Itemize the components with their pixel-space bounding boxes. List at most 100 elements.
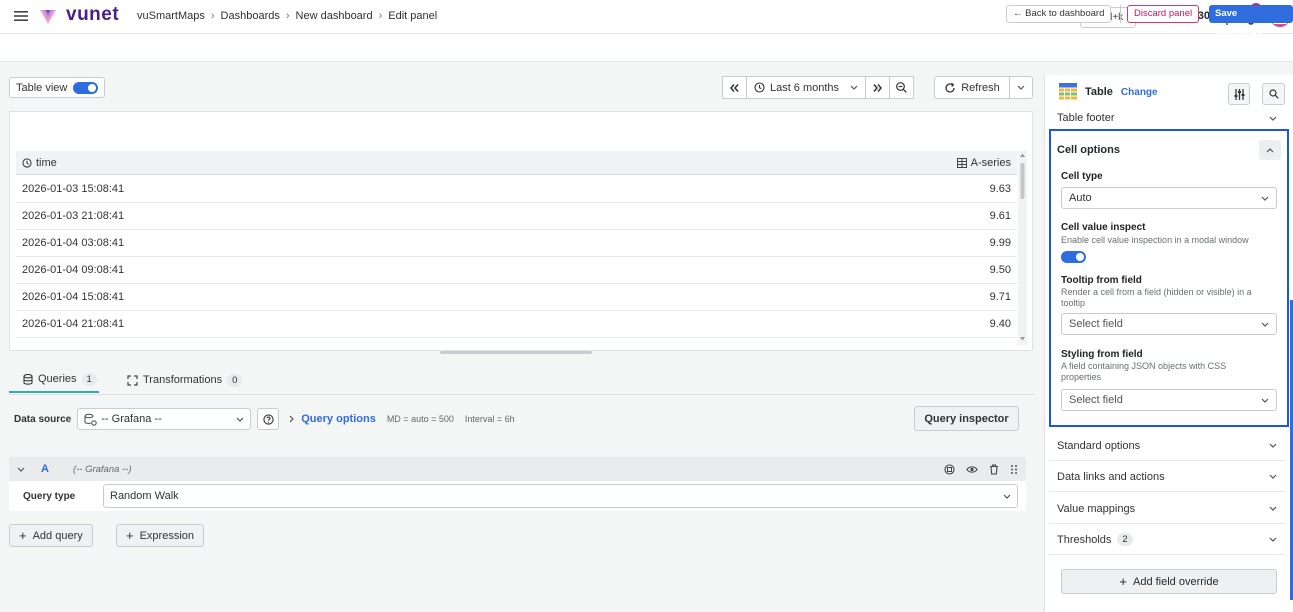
chevron-down-icon — [1269, 116, 1277, 121]
chevron-down-icon — [17, 467, 25, 472]
time-range-picker[interactable]: Last 6 months — [746, 76, 866, 99]
refresh-icon — [945, 82, 955, 93]
options-search-button[interactable] — [1262, 83, 1285, 105]
eye-icon[interactable] — [966, 465, 978, 474]
column-header-time[interactable]: time — [22, 157, 57, 169]
query-type-row: Query type Random Walk — [9, 481, 1026, 511]
plus-icon: + — [126, 528, 134, 543]
data-source-picker[interactable]: -- Grafana -- — [77, 408, 252, 430]
help-icon — [263, 413, 274, 425]
cell-type-label: Cell type — [1061, 171, 1103, 182]
query-type-label: Query type — [23, 491, 76, 502]
cell-value-inspect-toggle[interactable] — [1061, 251, 1086, 263]
table-row: 2026-01-04 15:08:41 9.71 — [16, 284, 1017, 311]
table-row: 2026-01-03 21:08:41 9.61 — [16, 203, 1017, 230]
chevron-down-icon — [1261, 196, 1269, 201]
table-column-icon — [956, 157, 967, 168]
data-source-help-button[interactable] — [257, 408, 280, 430]
database-icon — [23, 373, 33, 385]
section-value-mappings[interactable]: Value mappings — [1049, 494, 1285, 524]
chevron-down-icon — [850, 85, 858, 90]
column-header-a-series[interactable]: A-series — [956, 157, 1011, 169]
chevron-down-icon — [236, 417, 244, 422]
chevron-down-icon — [1017, 85, 1025, 90]
toggle-switch[interactable] — [73, 81, 99, 94]
data-source-row: Data source -- Grafana -- Query options … — [9, 403, 1035, 435]
cell-value-inspect-label: Cell value inspect — [1061, 222, 1146, 233]
count-badge: 0 — [227, 373, 243, 387]
table-header: time A-series — [16, 151, 1017, 175]
zoom-out-icon — [896, 82, 907, 93]
cell-options-header[interactable]: Cell options — [1057, 140, 1281, 160]
query-type-select[interactable]: Random Walk — [103, 484, 1018, 508]
query-options-toggle[interactable]: Query options MD = auto = 500 Interval =… — [289, 413, 515, 425]
breadcrumb: vuSmartMaps › Dashboards › New dashboard › … — [137, 10, 438, 22]
horizontal-scrollbar[interactable] — [440, 351, 592, 354]
options-filter-button[interactable] — [1228, 83, 1250, 105]
cell-options-section: Cell options Cell type Auto Cell value i… — [1049, 129, 1289, 427]
table-view-toggle[interactable]: Table view — [9, 77, 106, 98]
back-to-dashboard-button[interactable]: ← Back to dashboard — [1006, 5, 1112, 23]
cell-type-select[interactable]: Auto — [1061, 187, 1277, 209]
time-shift-forward-button[interactable] — [865, 76, 890, 99]
duplicate-icon[interactable] — [944, 463, 955, 475]
divider — [1120, 5, 1121, 23]
table-row: 2026-01-04 03:08:41 9.99 — [16, 230, 1017, 257]
styling-from-field-description: A field containing JSON objects with CSS… — [1061, 361, 1227, 382]
drag-handle-icon[interactable] — [1010, 464, 1018, 475]
chevrons-left-icon — [730, 83, 739, 92]
breadcrumb-item[interactable]: vuSmartMaps — [137, 10, 205, 22]
search-icon — [1268, 89, 1279, 99]
table-row: 2026-01-04 21:08:41 9.40 — [16, 311, 1017, 338]
breadcrumb-item: Edit panel — [388, 10, 438, 22]
query-inspector-button[interactable]: Query inspector — [914, 406, 1019, 431]
tooltip-field-select[interactable]: Select field — [1061, 313, 1277, 335]
styling-field-select[interactable]: Select field — [1061, 389, 1277, 411]
collapse-button[interactable] — [1259, 140, 1281, 160]
chevrons-right-icon — [873, 83, 882, 92]
clock-icon — [22, 157, 32, 168]
trash-icon[interactable] — [989, 463, 999, 475]
chevron-down-icon — [1003, 494, 1011, 499]
count-badge: 2 — [1117, 533, 1133, 546]
cell-value-inspect-description: Enable cell value inspection in a modal … — [1061, 235, 1249, 245]
breadcrumb-item[interactable]: Dashboards — [221, 10, 280, 22]
change-visualization-link[interactable]: Change — [1121, 87, 1158, 98]
time-range-controls: Last 6 months — [722, 76, 914, 99]
tab-queries[interactable]: Queries 1 — [9, 367, 99, 393]
styling-from-field-label: Styling from field — [1061, 349, 1143, 360]
save-dashboard-button[interactable]: Save dashboard — [1209, 5, 1293, 37]
section-thresholds[interactable]: Thresholds 2 — [1049, 525, 1285, 555]
add-query-button[interactable]: + Add query — [9, 524, 93, 547]
section-data-links[interactable]: Data links and actions — [1049, 462, 1285, 492]
time-shift-back-button[interactable] — [722, 76, 747, 99]
refresh-interval-dropdown[interactable] — [1009, 76, 1033, 99]
query-letter: A — [41, 463, 49, 475]
breadcrumb-item[interactable]: New dashboard — [296, 10, 373, 22]
visualization-picker: Table Change — [1059, 83, 1158, 101]
brand-name[interactable]: vunet — [66, 4, 119, 26]
query-source: (-- Grafana --) — [72, 463, 132, 475]
tab-transformations[interactable]: Transformations 0 — [127, 367, 243, 393]
chevron-down-icon — [1261, 322, 1269, 327]
refresh-button[interactable]: Refresh — [934, 76, 1010, 99]
tooltip-from-field-description: Render a cell from a field (hidden or vi… — [1061, 287, 1252, 308]
chevron-down-icon — [1269, 474, 1277, 479]
table-row: 2026-01-04 09:08:41 9.50 — [16, 257, 1017, 284]
discard-panel-button[interactable]: Discard panel — [1127, 5, 1200, 23]
chevron-right-icon — [289, 415, 295, 423]
section-standard-options[interactable]: Standard options — [1049, 431, 1285, 461]
section-table-footer[interactable]: Table footer — [1049, 107, 1285, 129]
add-expression-button[interactable]: + Expression — [116, 524, 205, 547]
sliders-icon — [1234, 88, 1244, 100]
chevron-down-icon — [1261, 398, 1269, 403]
query-row-header[interactable]: A (-- Grafana --) — [9, 457, 1026, 481]
zoom-out-button[interactable] — [889, 76, 914, 99]
grafana-datasource-icon — [84, 413, 98, 426]
table-scrollbar[interactable] — [1018, 151, 1027, 345]
menu-icon[interactable] — [14, 10, 28, 22]
plus-icon: + — [1119, 574, 1127, 589]
add-field-override-button[interactable]: + Add field override — [1061, 569, 1277, 594]
panel-action-bar — [0, 34, 1293, 62]
clock-icon — [754, 82, 765, 93]
